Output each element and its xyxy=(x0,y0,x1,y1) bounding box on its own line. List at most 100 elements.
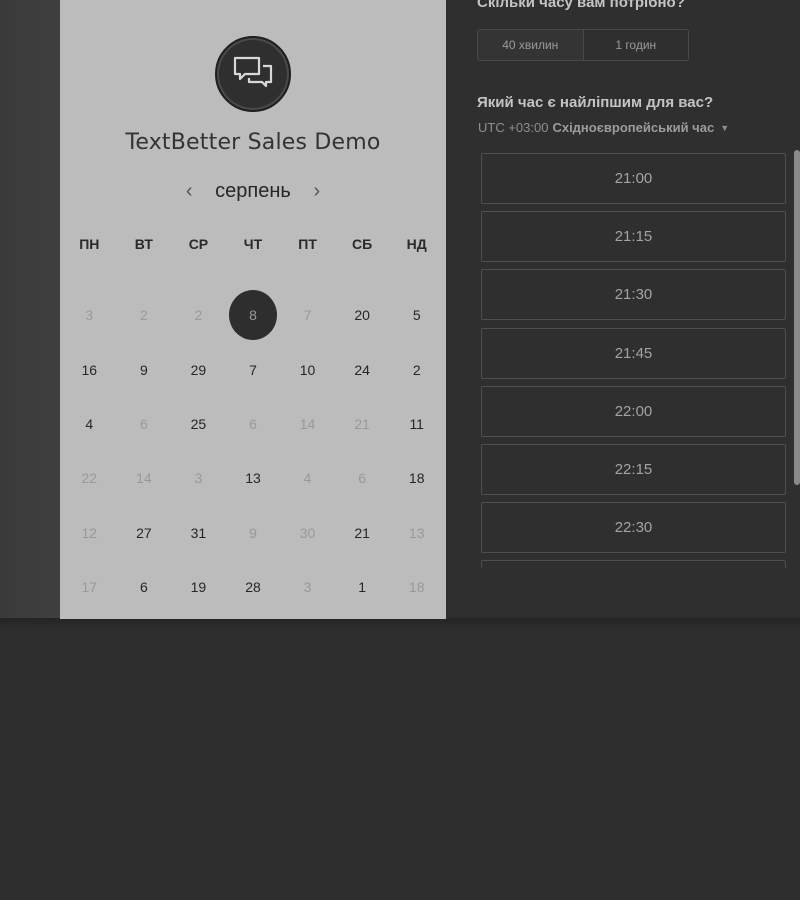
calendar-day: 2 xyxy=(117,288,172,342)
calendar-day-number: 4 xyxy=(85,415,94,432)
calendar-day[interactable]: 10 xyxy=(280,342,335,396)
calendar-day-number: 25 xyxy=(190,415,207,432)
calendar-day-selected[interactable]: 8 xyxy=(226,288,281,342)
calendar-day: 17 xyxy=(62,560,117,614)
calendar-day-number: 14 xyxy=(136,470,152,487)
calendar-day-number: 24 xyxy=(354,361,370,378)
calendar-day-number: 17 xyxy=(81,579,98,596)
calendar-day-number: 3 xyxy=(303,579,312,596)
calendar-grid: 3 2 2 8 7 20 5 16 9 29 7 10 24 2 4 6 25 6 14 21 11 22 14 3 13 4 6 1… xyxy=(62,288,444,614)
duration-toggle: 40 хвилин 1 годин xyxy=(477,29,689,61)
calendar-day-number: 10 xyxy=(299,361,316,378)
duration-question: Скільки часу вам потрібно? xyxy=(477,0,685,11)
time-slot-button[interactable]: 22:00 xyxy=(481,385,786,437)
calendar-day-number: 14 xyxy=(299,415,316,432)
time-slot-button[interactable]: 21:45 xyxy=(481,327,786,379)
calendar-day[interactable]: 25 xyxy=(171,397,226,451)
calendar-day: 2 xyxy=(171,288,226,342)
calendar-day-number: 3 xyxy=(85,307,94,324)
calendar-day-number: 9 xyxy=(249,524,257,541)
time-slot-button[interactable]: 22:30 xyxy=(481,502,786,554)
calendar-day: 3 xyxy=(62,288,117,342)
calendar-day: 9 xyxy=(226,506,281,560)
calendar-day-number: 27 xyxy=(136,524,152,541)
calendar-day-number: 2 xyxy=(194,307,203,324)
month-label: серпень xyxy=(215,179,291,202)
calendar-day: 18 xyxy=(389,560,444,614)
month-navigation: ‹ серпень › xyxy=(60,176,446,206)
calendar-day-number: 30 xyxy=(299,524,316,541)
brand-logo xyxy=(215,36,291,112)
calendar-day[interactable]: 19 xyxy=(171,560,226,614)
chevron-right-icon[interactable]: › xyxy=(309,180,325,203)
calendar-day-number: 2 xyxy=(139,307,148,324)
calendar-day: 3 xyxy=(280,560,335,614)
caret-down-icon: ▼ xyxy=(720,122,730,133)
calendar-day-number: 2 xyxy=(412,361,421,378)
time-slot-button[interactable]: 22:15 xyxy=(481,443,786,495)
calendar-day[interactable]: 18 xyxy=(389,451,444,505)
weekday-header: ПН ВТ СР ЧТ ПТ СБ НД xyxy=(62,236,444,252)
calendar-day: 3 xyxy=(171,451,226,505)
calendar-day[interactable]: 2 xyxy=(389,342,444,396)
calendar-day-number: 9 xyxy=(139,361,148,378)
calendar-day-number: 18 xyxy=(408,579,425,596)
calendar-day-number: 21 xyxy=(354,524,370,541)
time-slot-button[interactable]: 21:30 xyxy=(481,269,786,321)
calendar-day: 30 xyxy=(280,506,335,560)
calendar-day: 6 xyxy=(117,397,172,451)
calendar-day-number: 20 xyxy=(354,307,370,324)
brand-title: TextBetter Sales Demo xyxy=(125,130,381,155)
chevron-left-icon[interactable]: ‹ xyxy=(181,180,197,203)
calendar-day-number: 6 xyxy=(139,579,148,596)
calendar-day-number: 1 xyxy=(358,579,367,596)
calendar-day-number: 6 xyxy=(139,415,148,432)
time-slot-button[interactable]: 21:00 xyxy=(481,153,786,204)
calendar-day-number: 7 xyxy=(303,307,312,324)
calendar-day[interactable]: 16 xyxy=(62,342,117,396)
calendar-day[interactable]: 6 xyxy=(117,560,172,614)
calendar-day-number: 21 xyxy=(354,415,370,432)
duration-option-60[interactable]: 1 годин xyxy=(582,30,688,60)
calendar-day[interactable]: 5 xyxy=(389,288,444,342)
calendar-day[interactable]: 27 xyxy=(117,506,172,560)
calendar-day[interactable]: 24 xyxy=(335,342,390,396)
calendar-day[interactable]: 11 xyxy=(389,397,444,451)
duration-option-40[interactable]: 40 хвилин xyxy=(478,30,583,60)
weekday-label: СБ xyxy=(352,236,373,252)
calendar-day-number: 16 xyxy=(81,361,98,378)
weekday-label: ВТ xyxy=(134,236,153,252)
calendar-panel: TextBetter Sales Demo ‹ серпень › ПН ВТ СР… xyxy=(60,0,446,619)
time-slot-list: 21:00 21:15 21:30 21:45 22:00 22:15 22:30 xyxy=(481,153,786,568)
timezone-selector[interactable]: UTC +03:00 Східноєвропейський час ▼ xyxy=(478,120,729,135)
time-slot-button[interactable]: 21:15 xyxy=(481,211,786,263)
calendar-day: 6 xyxy=(335,451,390,505)
calendar-day[interactable]: 20 xyxy=(335,288,390,342)
calendar-day: 14 xyxy=(280,397,335,451)
calendar-day-number: 7 xyxy=(249,361,257,378)
calendar-day-number: 3 xyxy=(194,470,203,487)
calendar-day[interactable]: 21 xyxy=(335,506,390,560)
weekday-label: СР xyxy=(188,236,209,252)
calendar-day-number: 11 xyxy=(409,415,424,432)
calendar-day[interactable]: 4 xyxy=(62,397,117,451)
calendar-day-number: 28 xyxy=(245,579,261,596)
backdrop-shadow xyxy=(0,618,800,630)
calendar-day-number: 13 xyxy=(408,524,425,541)
timezone-name: Східноєвропейський час xyxy=(552,120,715,135)
calendar-day[interactable]: 9 xyxy=(117,342,172,396)
calendar-day[interactable]: 31 xyxy=(171,506,226,560)
calendar-day: 13 xyxy=(389,506,444,560)
chat-bubbles-icon xyxy=(233,56,273,88)
calendar-day: 21 xyxy=(335,397,390,451)
calendar-day[interactable]: 29 xyxy=(171,342,226,396)
calendar-day-number: 6 xyxy=(249,415,257,432)
calendar-day[interactable]: 28 xyxy=(226,560,281,614)
calendar-day[interactable]: 7 xyxy=(226,342,281,396)
calendar-day-number: 29 xyxy=(190,361,207,378)
scrollbar[interactable] xyxy=(794,150,800,485)
calendar-day-number: 22 xyxy=(81,470,98,487)
calendar-day[interactable]: 1 xyxy=(335,560,390,614)
calendar-day[interactable]: 13 xyxy=(226,451,281,505)
time-slot-button[interactable] xyxy=(481,560,786,568)
